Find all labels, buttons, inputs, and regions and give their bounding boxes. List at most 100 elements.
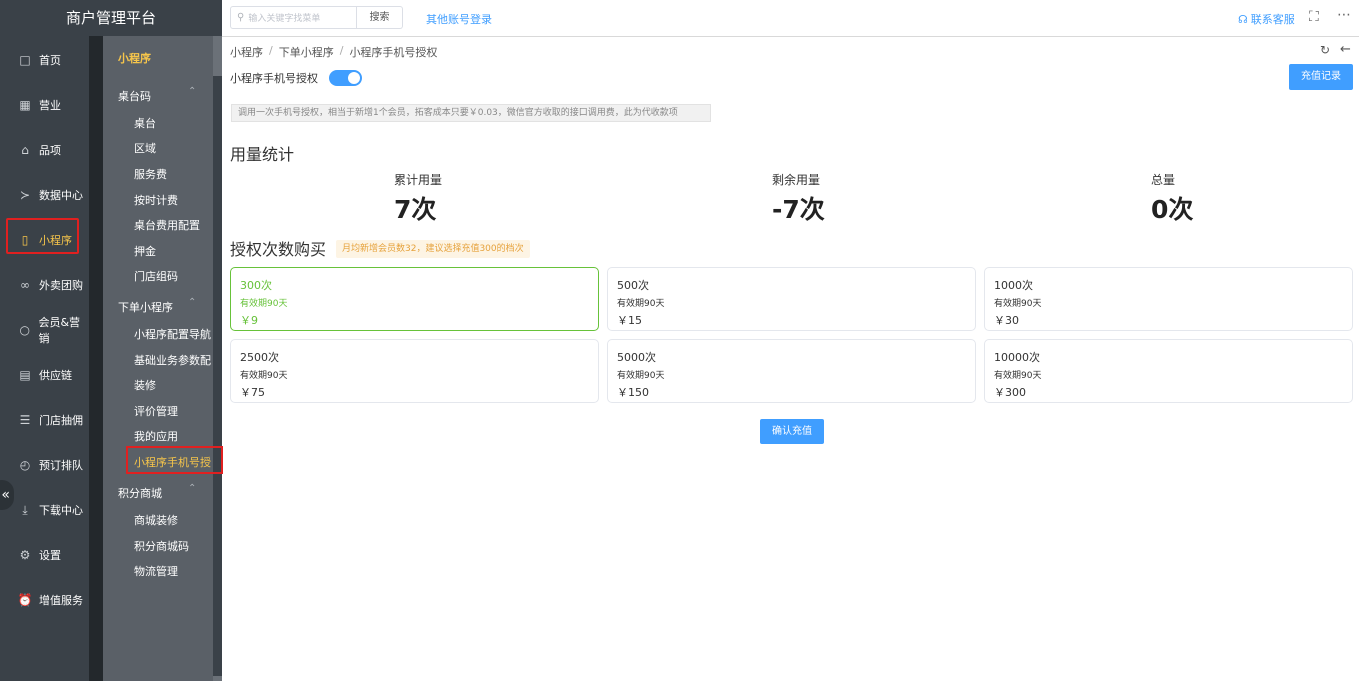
nav-item-area[interactable]: 区域 [134, 140, 156, 156]
gear-icon: ⚙ [19, 548, 31, 562]
stat-cumulative: 累计用量 7次 [394, 171, 514, 226]
package-validity: 有效期90天 [617, 371, 665, 381]
nav-item-logistics[interactable]: 物流管理 [134, 563, 178, 579]
package-price: ￥9 [240, 314, 258, 327]
clock-icon: ◴ [19, 458, 31, 472]
nav-item-service-fee[interactable]: 服务费 [134, 166, 167, 182]
home-icon: □ [19, 53, 31, 67]
search-button[interactable]: 搜索 [357, 6, 403, 29]
package-name: 10000次 [994, 351, 1040, 364]
nav-item-settings[interactable]: ⚙ 设置 [0, 538, 89, 572]
nav-group-label: 积分商城 [118, 487, 162, 500]
breadcrumb-item[interactable]: 小程序 [230, 44, 263, 60]
breadcrumb-item[interactable]: 下单小程序 [279, 44, 334, 60]
package-validity: 有效期90天 [240, 371, 288, 381]
nav-item-deposit[interactable]: 押金 [134, 243, 156, 259]
phone-auth-toggle-label: 小程序手机号授权 [230, 72, 318, 85]
secondary-nav-title: 小程序 [118, 52, 151, 65]
nav-item-points-mall-code[interactable]: 积分商城码 [134, 538, 189, 554]
nav-item-data-center[interactable]: ≻ 数据中心 [0, 178, 89, 212]
bike-icon: ∞ [20, 278, 30, 292]
back-arrow-icon[interactable]: ← [1340, 42, 1351, 57]
share-icon: ≻ [19, 188, 31, 202]
truck-icon: ▤ [19, 368, 31, 382]
menu-search-input[interactable]: ⚲ 输入关键字找菜单 [230, 6, 357, 29]
scrollbar-thumb[interactable] [213, 76, 222, 676]
purchase-section-title: 授权次数购买 [230, 240, 327, 259]
phone-auth-toggle[interactable] [329, 70, 362, 86]
nav-item-label: 门店抽佣 [39, 414, 83, 427]
package-card-5000[interactable]: 5000次 有效期90天 ￥150 [607, 339, 976, 403]
breadcrumb-separator: / [339, 44, 344, 57]
nav-item-commission[interactable]: ☰ 门店抽佣 [0, 403, 89, 437]
nav-item-label: 供应链 [39, 369, 72, 382]
nav-item-label: 设置 [39, 549, 61, 562]
stat-remaining: 剩余用量 -7次 [772, 171, 892, 226]
stat-label: 累计用量 [394, 173, 443, 187]
stat-value: 0次 [1151, 195, 1194, 224]
stat-value: 7次 [394, 195, 437, 224]
nav-item-store-group-code[interactable]: 门店组码 [134, 268, 178, 284]
package-card-300[interactable]: 300次 有效期90天 ￥9 [230, 267, 599, 331]
nav-item-supply-chain[interactable]: ▤ 供应链 [0, 358, 89, 392]
breadcrumb-item-current: 小程序手机号授权 [349, 46, 438, 59]
package-name: 300次 [240, 279, 272, 292]
nav-item-config-guide[interactable]: 小程序配置导航 [134, 326, 211, 342]
nav-item-members[interactable]: ○ 会员&营销 [0, 313, 89, 347]
nav-item-business[interactable]: ▦ 营业 [0, 88, 89, 122]
nav-group-order-miniprogram[interactable]: 下单小程序 ⌃ [118, 297, 196, 315]
stat-value: -7次 [772, 195, 825, 224]
package-name: 1000次 [994, 279, 1033, 292]
chevron-up-icon: ⌃ [188, 86, 197, 97]
nav-item-review-management[interactable]: 评价管理 [134, 403, 178, 419]
nav-group-label: 下单小程序 [118, 301, 173, 314]
fullscreen-icon[interactable]: ⛶ [1309, 9, 1319, 25]
recommendation-tip: 月均新增会员数32，建议选择充值300的档次 [336, 240, 530, 258]
nav-item-my-apps[interactable]: 我的应用 [134, 428, 178, 444]
nav-item-table[interactable]: 桌台 [134, 115, 156, 131]
nav-item-reservation[interactable]: ◴ 预订排队 [0, 448, 89, 482]
nav-group-table-code[interactable]: 桌台码 ⌃ [118, 86, 196, 104]
nav-item-label: 外卖团购 [39, 279, 83, 292]
contact-support-link[interactable]: ☊ 联系客服 [1238, 11, 1295, 27]
download-icon: ⤓ [22, 502, 28, 517]
search-icon: ⚲ [237, 12, 245, 23]
package-price: ￥15 [617, 314, 642, 327]
toggle-knob [348, 72, 360, 84]
nav-item-mall-decoration[interactable]: 商城装修 [134, 512, 178, 528]
bag-icon: ⌂ [21, 143, 29, 157]
package-price: ￥150 [617, 386, 649, 399]
nav-item-basic-params[interactable]: 基础业务参数配 [134, 352, 211, 368]
nav-item-delivery[interactable]: ∞ 外卖团购 [0, 268, 89, 302]
nav-group-label: 桌台码 [118, 90, 151, 103]
nav-item-table-fee-config[interactable]: 桌台费用配置 [134, 217, 200, 233]
nav-item-label: 会员&营销 [38, 316, 81, 345]
nav-item-label: 增值服务 [39, 594, 83, 607]
nav-item-decoration[interactable]: 装修 [134, 377, 156, 393]
nav-item-products[interactable]: ⌂ 品项 [0, 133, 89, 167]
nav-item-home[interactable]: □ 首页 [0, 43, 89, 77]
auth-notice: 调用一次手机号授权，相当于新增1个会员，拓客成本只要￥0.03，微信官方收取的接… [231, 104, 711, 122]
package-name: 2500次 [240, 351, 279, 364]
package-card-2500[interactable]: 2500次 有效期90天 ￥75 [230, 339, 599, 403]
user-icon: ○ [19, 323, 30, 337]
recharge-record-button[interactable]: 充值记录 [1289, 64, 1353, 90]
nav-item-label: 数据中心 [39, 189, 83, 202]
confirm-recharge-button[interactable]: 确认充值 [760, 419, 824, 444]
package-name: 5000次 [617, 351, 656, 364]
package-card-500[interactable]: 500次 有效期90天 ￥15 [607, 267, 976, 331]
refresh-icon[interactable]: ↻ [1320, 43, 1330, 57]
nav-item-hourly-billing[interactable]: 按时计费 [134, 192, 178, 208]
nav-group-points-mall[interactable]: 积分商城 ⌃ [118, 483, 196, 501]
nav-item-label: 首页 [39, 54, 61, 67]
package-price: ￥30 [994, 314, 1019, 327]
more-icon[interactable]: ⋯ [1337, 7, 1352, 23]
contact-label: 联系客服 [1250, 13, 1295, 26]
secondary-nav-scrollbar[interactable] [213, 36, 222, 681]
headset-icon: ☊ [1238, 12, 1248, 26]
nav-item-value-added[interactable]: ⏰ 增值服务 [0, 583, 89, 617]
package-card-1000[interactable]: 1000次 有效期90天 ￥30 [984, 267, 1353, 331]
other-account-login-link[interactable]: 其他账号登录 [426, 11, 492, 27]
package-price: ￥300 [994, 386, 1026, 399]
package-card-10000[interactable]: 10000次 有效期90天 ￥300 [984, 339, 1353, 403]
